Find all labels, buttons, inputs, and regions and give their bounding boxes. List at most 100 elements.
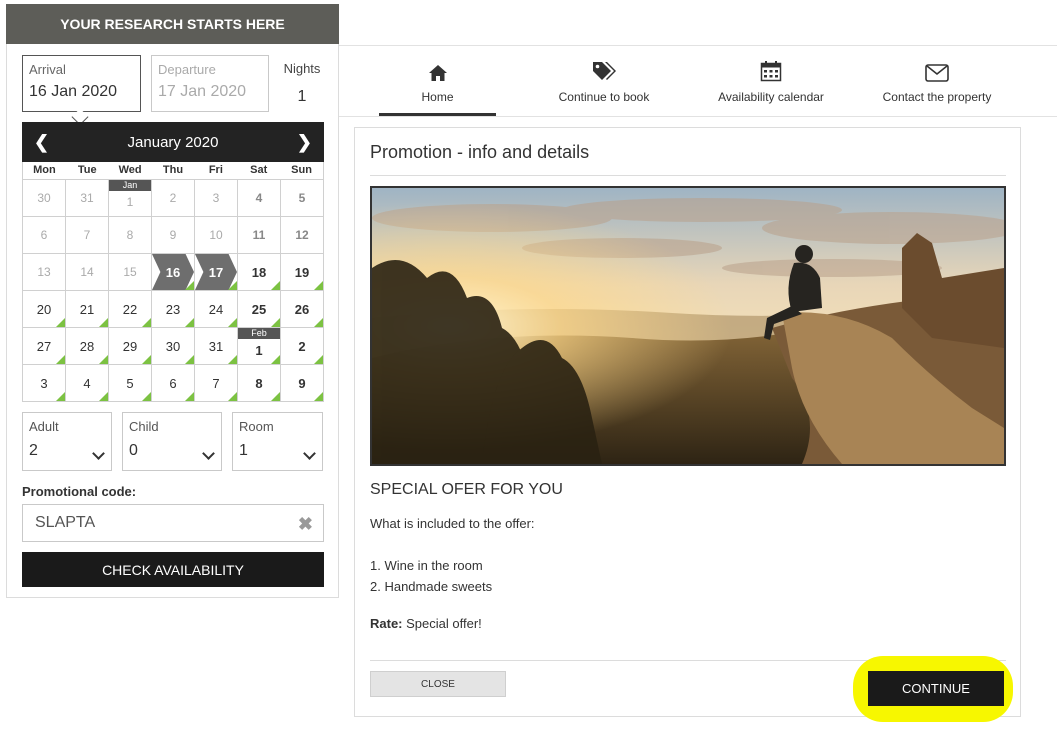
booking-panel: Arrival 16 Jan 2020 Departure 17 Jan 202…	[6, 44, 339, 598]
calendar-day: 4	[238, 180, 281, 217]
arrival-label: Arrival	[29, 62, 66, 77]
close-button[interactable]: CLOSE	[370, 671, 506, 697]
nav-availability-calendar[interactable]: Availability calendar	[712, 56, 830, 104]
rate-line: Rate: Special offer!	[370, 616, 482, 631]
calendar-day-number: 2	[298, 338, 306, 354]
calendar-day-number: 10	[209, 228, 223, 242]
calendar-day-number: 6	[169, 375, 177, 391]
calendar-day-number: 4	[255, 191, 263, 205]
calendar-day-number: 14	[80, 265, 94, 279]
calendar-day[interactable]: 18	[238, 254, 281, 291]
check-availability-button[interactable]: CHECK AVAILABILITY	[22, 552, 324, 587]
next-month-icon[interactable]: ❯	[297, 132, 312, 153]
calendar-day-number: 31	[208, 338, 224, 354]
calendar-day[interactable]: 5	[109, 365, 152, 402]
calendar-header: ❮ January 2020 ❯	[22, 122, 324, 162]
calendar-day: 3	[195, 180, 238, 217]
calendar-day[interactable]: 9	[281, 365, 324, 402]
nav-contact-label: Contact the property	[882, 90, 992, 104]
day-of-week-label: Fri	[208, 164, 223, 176]
continue-button[interactable]: CONTINUE	[868, 671, 1004, 706]
calendar-day: 7	[66, 217, 109, 254]
nav-home-label: Home	[421, 90, 454, 104]
calendar-day: 15	[109, 254, 152, 291]
calendar-day: Jan 1	[109, 180, 152, 217]
arrival-field[interactable]: Arrival 16 Jan 2020	[22, 55, 141, 112]
calendar-day: 12	[281, 217, 324, 254]
calendar-day[interactable]: 24	[195, 291, 238, 328]
arrival-value: 16 Jan 2020	[29, 83, 118, 100]
nights-display: Nights 1	[277, 61, 327, 106]
calendar-day-number: 5	[126, 375, 134, 391]
calendar-day[interactable]: 30	[152, 328, 195, 365]
calendar-day[interactable]: 26	[281, 291, 324, 328]
calendar-day[interactable]: 28	[66, 328, 109, 365]
tags-icon	[546, 56, 662, 82]
child-value: 0	[129, 442, 138, 459]
room-select[interactable]: Room 1	[232, 412, 323, 471]
calendar-day-number: 12	[295, 228, 309, 242]
calendar-day[interactable]: 23	[152, 291, 195, 328]
calendar-day-number: 3	[212, 191, 220, 205]
calendar-day: 2	[152, 180, 195, 217]
calendar-day[interactable]: 3	[23, 365, 66, 402]
child-select[interactable]: Child 0	[122, 412, 222, 471]
nav-home[interactable]: Home	[379, 56, 496, 104]
calendar-day[interactable]: 4	[66, 365, 109, 402]
nav-contact-property[interactable]: Contact the property	[870, 56, 1004, 104]
promo-input[interactable]: SLAPTA ✖	[22, 504, 324, 542]
calendar-day[interactable]: 6	[152, 365, 195, 402]
calendar-day-number: 2	[169, 191, 177, 205]
days-of-week: Mon Tue Wed Thu Fri Sat Sun	[22, 162, 324, 179]
day-of-week-label: Sat	[250, 164, 268, 176]
calendar-day[interactable]: 16	[152, 254, 195, 291]
calendar-day[interactable]: 2	[281, 328, 324, 365]
modal-title: Promotion - info and details	[370, 142, 590, 162]
nav-continue-to-book[interactable]: Continue to book	[546, 56, 662, 104]
calendar-day[interactable]: 31	[195, 328, 238, 365]
calendar-day-number: 7	[212, 375, 220, 391]
calendar-day-number: 30	[165, 338, 181, 354]
calendar-day-number: 29	[122, 338, 138, 354]
calendar-day-number: 15	[123, 265, 137, 279]
calendar-day[interactable]: 25	[238, 291, 281, 328]
modal-divider	[370, 175, 1006, 176]
offer-title: SPECIAL OFER FOR YOU	[370, 481, 563, 498]
calendar-day-number: 25	[251, 301, 267, 317]
calendar-day-number: 21	[79, 301, 95, 317]
adult-label: Adult	[29, 419, 59, 434]
calendar-day: 6	[23, 217, 66, 254]
calendar-day[interactable]: 20	[23, 291, 66, 328]
calendar-day[interactable]: 19	[281, 254, 324, 291]
calendar-day[interactable]: 8	[238, 365, 281, 402]
nav-continue-label: Continue to book	[558, 90, 650, 104]
calendar-day[interactable]: 21	[66, 291, 109, 328]
calendar-day[interactable]: Feb 1	[238, 328, 281, 365]
calendar-day-number: 1	[126, 195, 134, 209]
departure-field[interactable]: Departure 17 Jan 2020	[151, 55, 269, 112]
calendar-day-number: 30	[37, 191, 51, 205]
calendar-day-number: 4	[83, 375, 91, 391]
month-label: Feb	[238, 328, 280, 339]
calendar-day-number: 20	[36, 301, 52, 317]
calendar-day[interactable]: 17	[195, 254, 238, 291]
calendar-day-number: 8	[126, 228, 134, 242]
calendar-day-number: 18	[251, 264, 267, 280]
day-of-week-label: Sun	[291, 164, 312, 176]
offer-item-2: 2. Handmade sweets	[370, 579, 493, 594]
calendar-day[interactable]: 27	[23, 328, 66, 365]
adult-select[interactable]: Adult 2	[22, 412, 112, 471]
calendar-day[interactable]: 7	[195, 365, 238, 402]
departure-value: 17 Jan 2020	[158, 83, 247, 100]
calendar-day[interactable]: 22	[109, 291, 152, 328]
prev-month-icon[interactable]: ❮	[34, 132, 49, 153]
calendar-day[interactable]: 29	[109, 328, 152, 365]
day-of-week-label: Thu	[162, 164, 184, 176]
calendar-day-number: 23	[165, 301, 181, 317]
day-of-week-label: Wed	[118, 164, 142, 176]
calendar-day: 10	[195, 217, 238, 254]
child-label: Child	[129, 419, 159, 434]
clear-icon[interactable]: ✖	[298, 514, 313, 535]
promotion-modal: Promotion - info and details SPECIAL OFE…	[354, 127, 1021, 717]
calendar-day: 11	[238, 217, 281, 254]
